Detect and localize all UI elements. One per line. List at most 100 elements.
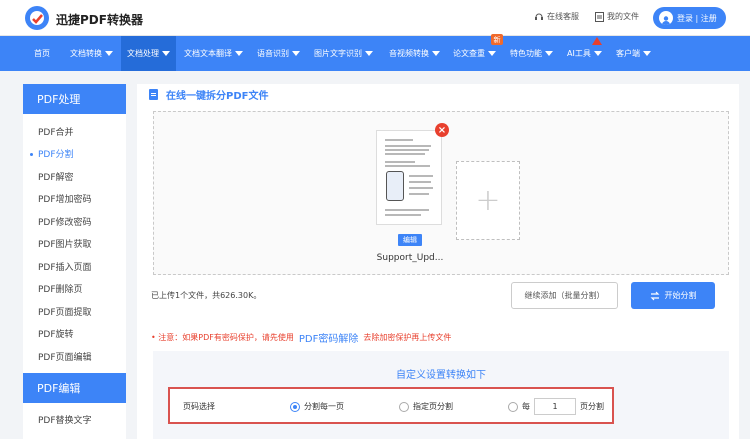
nav-ocr[interactable]: 图片文字识别 — [314, 36, 373, 71]
nav-label: 文档文本翻译 — [184, 49, 232, 58]
caret-down-icon — [292, 51, 300, 56]
nav-label: 文档转换 — [70, 49, 102, 58]
caret-down-icon — [235, 51, 243, 56]
caret-down-icon — [365, 51, 373, 56]
headset-icon — [535, 13, 543, 20]
add-file-button[interactable]: + — [456, 161, 520, 240]
brand-name[interactable]: 迅捷PDF转换器 — [56, 11, 143, 28]
nav-home[interactable]: 首页 — [34, 36, 50, 71]
upload-area[interactable]: × 编辑 Support_Upd... + — [153, 111, 729, 275]
start-split-label: 开始分割 — [664, 291, 697, 300]
login-label: 登录 | 注册 — [677, 13, 717, 23]
caret-down-icon — [488, 51, 496, 56]
notice-prefix: • 注意：如果PDF有密码保护，请先使用 — [151, 333, 294, 342]
sidebar-item-page-edit[interactable]: PDF页面编辑 — [23, 345, 126, 368]
text-line — [385, 145, 431, 147]
nav-label: 特色功能 — [510, 49, 542, 58]
pages-per-split-input[interactable] — [534, 398, 576, 415]
remove-file-icon[interactable]: × — [435, 123, 449, 137]
customer-service-link[interactable]: 在线客服 — [534, 11, 579, 22]
file-icon — [595, 11, 604, 22]
sidebar-item-delete-page[interactable]: PDF删除页 — [23, 278, 126, 301]
nav-label: 首页 — [34, 49, 50, 58]
text-line — [385, 165, 430, 167]
text-line — [409, 187, 433, 189]
radio-checked-icon — [290, 401, 300, 412]
sidebar-item-insert-page[interactable]: PDF插入页面 — [23, 255, 126, 278]
text-line — [385, 139, 413, 141]
settings-title: 自定义设置转换如下 — [396, 370, 486, 381]
nav-client[interactable]: 客户端 — [616, 36, 651, 71]
sidebar-item-split[interactable]: PDF分割 — [23, 143, 126, 166]
customer-service-label: 在线客服 — [547, 12, 579, 21]
page-title: 在线一键拆分PDF文件 — [149, 87, 268, 102]
upload-count: 已上传1个文件，共626.30K。 — [151, 291, 262, 300]
nav-label: 音视频转换 — [389, 49, 429, 58]
sidebar-item-replace-text[interactable]: PDF替换文字 — [23, 409, 126, 432]
radio-label: 指定页分割 — [413, 402, 453, 411]
sidebar-item-merge[interactable]: PDF合并 — [23, 120, 126, 143]
caret-down-icon — [432, 51, 440, 56]
radio-unchecked-icon — [508, 401, 518, 412]
sidebar-item-rotate[interactable]: PDF旋转 — [23, 323, 126, 346]
radio-every-n-pages[interactable]: 每 页分割 — [508, 398, 604, 415]
my-files-link[interactable]: 我的文件 — [595, 11, 639, 22]
up-arrow-icon — [592, 37, 602, 45]
radio-label-prefix: 每 — [522, 402, 530, 411]
app-logo[interactable] — [24, 5, 50, 31]
new-badge: 新 — [491, 34, 503, 45]
sidebar-item-change-password[interactable]: PDF修改密码 — [23, 210, 126, 233]
nav-features[interactable]: 特色功能 — [510, 36, 553, 71]
caret-down-icon — [105, 51, 113, 56]
page-title-text: 在线一键拆分PDF文件 — [166, 91, 269, 102]
nav-doc-process[interactable]: 文档处理 — [121, 36, 176, 71]
sidebar-item-extract-page[interactable]: PDF页面提取 — [23, 300, 126, 323]
sidebar-heading-pdf-process: PDF处理 — [23, 84, 126, 114]
sidebar-item-decrypt[interactable]: PDF解密 — [23, 165, 126, 188]
radio-unchecked-icon — [399, 401, 409, 412]
radio-label-suffix: 页分割 — [580, 402, 604, 411]
nav-label: 论文查重 — [453, 49, 485, 58]
text-line — [409, 193, 429, 195]
sidebar-item-add-password[interactable]: PDF增加密码 — [23, 188, 126, 211]
file-name: Support_Upd... — [376, 253, 444, 263]
notice-suffix: 去除加密保护再上传文件 — [363, 333, 452, 342]
sidebar-heading-pdf-edit: PDF编辑 — [23, 372, 126, 403]
radio-every-page[interactable]: 分割每一页 — [290, 401, 344, 412]
text-line — [385, 214, 421, 216]
continue-add-button[interactable]: 继续添加（批量分割） — [511, 282, 618, 309]
login-button[interactable]: 登录 | 注册 — [653, 7, 726, 29]
main-panel: 在线一键拆分PDF文件 × 编辑 Support_Upd... + 已上传1个文… — [137, 84, 739, 439]
plus-icon: + — [475, 183, 501, 218]
radio-specified-pages[interactable]: 指定页分割 — [399, 401, 453, 412]
sidebar-item-extract-images[interactable]: PDF图片获取 — [23, 233, 126, 256]
page-select-label: 页码选择 — [183, 402, 215, 411]
user-avatar-icon — [659, 11, 673, 25]
text-line — [409, 175, 433, 177]
text-line — [385, 161, 415, 163]
caret-down-icon — [545, 51, 553, 56]
page-select-row: 页码选择 分割每一页 指定页分割 每 页分割 — [168, 387, 614, 424]
caret-down-icon — [643, 51, 651, 56]
nav-doc-convert[interactable]: 文档转换 — [70, 36, 113, 71]
edit-file-button[interactable]: 编辑 — [398, 234, 422, 246]
radio-label: 分割每一页 — [304, 402, 344, 411]
sidebar: PDF处理 PDF合并 PDF分割 PDF解密 PDF增加密码 PDF修改密码 … — [23, 84, 126, 439]
text-line — [409, 181, 431, 183]
unlock-pdf-link[interactable]: PDF密码解除 — [299, 330, 358, 345]
nav-label: AI工具 — [567, 49, 591, 58]
swap-icon — [650, 291, 659, 300]
text-line — [385, 209, 429, 211]
start-split-button[interactable]: 开始分割 — [631, 282, 715, 309]
nav-av-convert[interactable]: 音视频转换 — [389, 36, 440, 71]
top-header: 迅捷PDF转换器 在线客服 我的文件 登录 | 注册 — [0, 0, 750, 36]
nav-label: 语音识别 — [257, 49, 289, 58]
nav-paper-check[interactable]: 论文查重 — [453, 36, 496, 71]
phone-image — [386, 171, 404, 201]
nav-translate[interactable]: 文档文本翻译 — [184, 36, 243, 71]
nav-speech[interactable]: 语音识别 — [257, 36, 300, 71]
my-files-label: 我的文件 — [607, 12, 639, 21]
file-thumbnail[interactable] — [376, 130, 442, 225]
nav-label: 图片文字识别 — [314, 49, 362, 58]
nav-label: 文档处理 — [127, 49, 159, 58]
